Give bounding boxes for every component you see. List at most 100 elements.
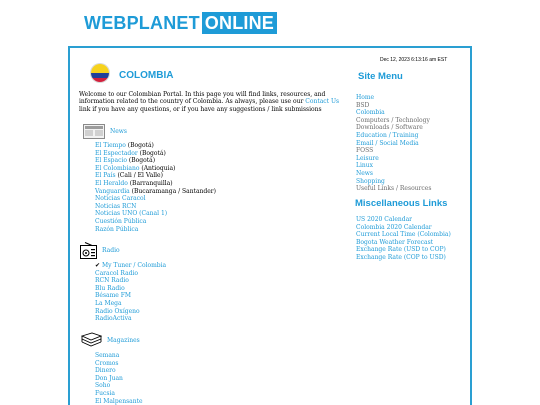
news-source-link[interactable]: Noticias UNO (Canal 1) [95,210,167,217]
news-source-link[interactable]: El Tiempo [95,142,126,149]
radio-station-link[interactable]: La Mega [95,300,122,307]
magazine-link[interactable]: Dinero [95,367,116,374]
radio-icon [80,242,97,259]
site-menu-item-link[interactable]: Shopping [356,178,385,185]
magazine-icon [81,332,102,347]
logo-part-online: ONLINE [201,12,277,34]
page-title: COLOMBIA [119,70,174,81]
magazine-link[interactable]: Semana [95,352,119,359]
list-item: Don Juan [95,375,143,383]
news-source-link[interactable]: Cuestión Pública [95,218,146,225]
site-menu-list: Home BSD Colombia Computers / Technology Dow… [356,94,431,193]
intro-text: Welcome to our Colombian Portal. In this… [79,91,340,113]
list-item: RadioActiva [95,315,166,323]
news-source-link[interactable]: El País [95,172,116,179]
news-source-region: (Bogotá) [125,142,154,149]
list-item: Soho [95,382,143,390]
site-menu-item-link[interactable]: FOSS [356,147,373,154]
misc-links-list: US 2020 Calendar Colombia 2020 Calendar Cu… [356,216,451,262]
misc-links-heading: Miscellaneous Links [355,198,448,209]
site-menu-item-link[interactable]: Home [356,94,374,101]
list-item: Radio Oxígeno [95,308,166,316]
news-source-link[interactable]: Vanguardia [95,188,130,195]
list-item: ✔ My Tuner / Colombia [95,262,166,270]
list-item: Bogota Weather Forecast [356,239,451,247]
site-menu-item-link[interactable]: News [356,170,373,177]
site-menu-item-link[interactable]: Colombia [356,109,385,116]
news-source-link[interactable]: El Heraldo [95,180,128,187]
magazine-link[interactable]: Fucsia [95,390,115,397]
list-item: Colombia [356,109,431,117]
list-item: Blu Radio [95,285,166,293]
list-item: El Espacio (Bogotá) [95,157,216,165]
list-item: Dinero [95,367,143,375]
list-item: Downloads / Software [356,124,431,132]
list-item: Cromos [95,360,143,368]
radio-station-link[interactable]: Radio Oxígeno [95,308,140,315]
list-item: Razón Pública [95,226,216,234]
magazines-section-header: Magazines [81,332,140,348]
site-logo[interactable]: WEBPLANET ONLINE [84,12,277,34]
site-menu-item-link[interactable]: Email / Social Media [356,140,419,147]
site-menu-item-link[interactable]: Linux [356,162,373,169]
radio-station-link[interactable]: RadioActiva [95,315,132,322]
news-source-region: (Barranquilla) [127,179,173,187]
news-source-link[interactable]: Razón Pública [95,226,138,233]
news-source-link[interactable]: El Espectador [95,150,138,157]
radio-station-link[interactable]: My Tuner / Colombia [102,262,166,269]
contact-us-link[interactable]: Contact Us [305,98,339,105]
check-icon: ✔ [95,262,102,269]
list-item: La Mega [95,300,166,308]
list-item: Current Local Time (Colombia) [356,231,451,239]
list-item: Leisure [356,155,431,163]
list-item: Colombia 2020 Calendar [356,224,451,232]
misc-link[interactable]: Bogota Weather Forecast [356,239,433,246]
news-source-link[interactable]: Noticias RCN [95,203,136,210]
site-menu-item-link[interactable]: BSD [356,102,369,109]
radio-station-link[interactable]: Bésame FM [95,292,131,299]
misc-link[interactable]: Exchange Rate (COP to USD) [356,254,446,261]
list-item: El Colombiano (Antioquia) [95,165,216,173]
magazine-link[interactable]: Don Juan [95,375,123,382]
radio-station-link[interactable]: RCN Radio [95,277,129,284]
list-item: FOSS [356,147,431,155]
site-menu-item-link[interactable]: Downloads / Software [356,124,423,131]
logo-part-webplanet: WEBPLANET [84,13,200,33]
list-item: Linux [356,162,431,170]
magazine-link[interactable]: El Malpensante [95,398,143,405]
list-item: Exchange Rate (USD to COP) [356,246,451,254]
list-item: Caracol Radio [95,270,166,278]
radio-station-link[interactable]: Caracol Radio [95,270,138,277]
news-source-region: (Antioquia) [139,164,176,172]
site-menu-heading: Site Menu [358,71,403,82]
list-item: El Espectador (Bogotá) [95,150,216,158]
radio-section-header: Radio [80,242,120,259]
misc-link[interactable]: US 2020 Calendar [356,216,412,223]
misc-link[interactable]: Current Local Time (Colombia) [356,231,451,238]
site-menu-item-link[interactable]: Leisure [356,155,379,162]
misc-link[interactable]: Colombia 2020 Calendar [356,224,432,231]
list-item: Email / Social Media [356,140,431,148]
news-source-region: (Cali / El Valle) [115,172,163,180]
news-source-link[interactable]: El Colombiano [95,165,139,172]
list-item: Semana [95,352,143,360]
list-item: US 2020 Calendar [356,216,451,224]
radio-heading: Radio [102,247,120,254]
list-item: El País (Cali / El Valle) [95,172,216,180]
magazine-link[interactable]: Cromos [95,360,118,367]
magazines-list: Semana Cromos Dinero Don Juan Soho Fucsia El M… [95,352,143,405]
misc-link[interactable]: Exchange Rate (USD to COP) [356,246,446,253]
list-item: Noticias UNO (Canal 1) [95,210,216,218]
magazine-link[interactable]: Soho [95,382,110,389]
news-source-link[interactable]: El Espacio [95,157,127,164]
list-item: El Heraldo (Barranquilla) [95,180,216,188]
news-source-region: (Bucaramanga / Santander) [129,187,217,195]
newspaper-icon [83,124,105,139]
radio-station-link[interactable]: Blu Radio [95,285,125,292]
news-list: El Tiempo (Bogotá) El Espectador (Bogotá)… [95,142,216,233]
list-item: Shopping [356,178,431,186]
site-menu-item-link[interactable]: Computers / Technology [356,117,430,124]
news-source-link[interactable]: Noticias Caracol [95,195,146,202]
site-menu-item-link[interactable]: Useful Links / Resources [356,185,431,192]
site-menu-item-link[interactable]: Education / Training [356,132,419,139]
